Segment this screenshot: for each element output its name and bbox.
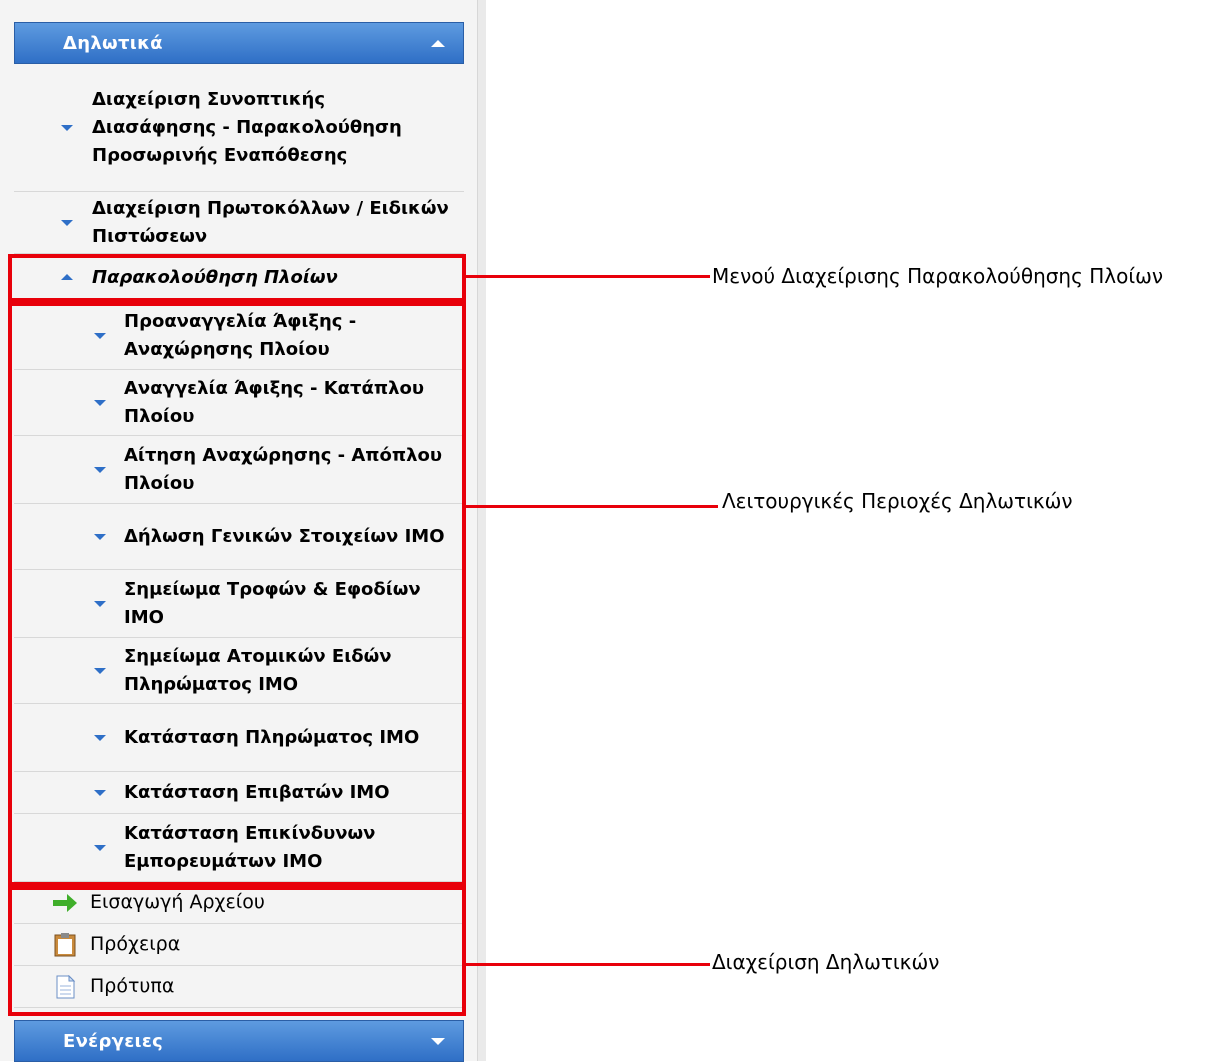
callout-line-ship-menu: [466, 275, 710, 278]
expand-caret-icon[interactable]: [431, 1038, 445, 1045]
callout-line-functional-areas: [466, 505, 718, 508]
highlight-box-functional-areas: [8, 302, 466, 886]
section-header-label: Δηλωτικά: [63, 33, 163, 54]
expand-arrow-icon: [61, 124, 73, 131]
annotation-functional-areas: Λειτουργικές Περιοχές Δηλωτικών: [722, 489, 1073, 513]
section-header-declarations[interactable]: Δηλωτικά: [14, 22, 464, 64]
panel-scroll-edge: [477, 0, 486, 1061]
expand-arrow-icon: [61, 219, 73, 226]
menu-item-label: Διαχείριση Συνοπτικής Διασάφησης - Παρακ…: [92, 88, 402, 166]
section-header-label: Ενέργειες: [63, 1031, 164, 1052]
collapse-caret-icon[interactable]: [431, 40, 445, 47]
annotation-ship-menu: Μενού Διαχείρισης Παρακολούθησης Πλοίων: [712, 264, 1164, 288]
annotation-management: Διαχείριση Δηλωτικών: [712, 950, 940, 974]
menu-item-summary-declaration[interactable]: Διαχείριση Συνοπτικής Διασάφησης - Παρακ…: [14, 64, 464, 192]
section-header-actions[interactable]: Ενέργειες: [14, 1020, 464, 1062]
callout-line-management: [466, 963, 710, 966]
highlight-box-ship-menu: [8, 254, 466, 302]
menu-item-label: Διαχείριση Πρωτοκόλλων / Ειδικών Πιστώσε…: [92, 197, 449, 247]
highlight-box-management: [8, 886, 466, 1016]
menu-item-protocols[interactable]: Διαχείριση Πρωτοκόλλων / Ειδικών Πιστώσε…: [14, 192, 464, 254]
